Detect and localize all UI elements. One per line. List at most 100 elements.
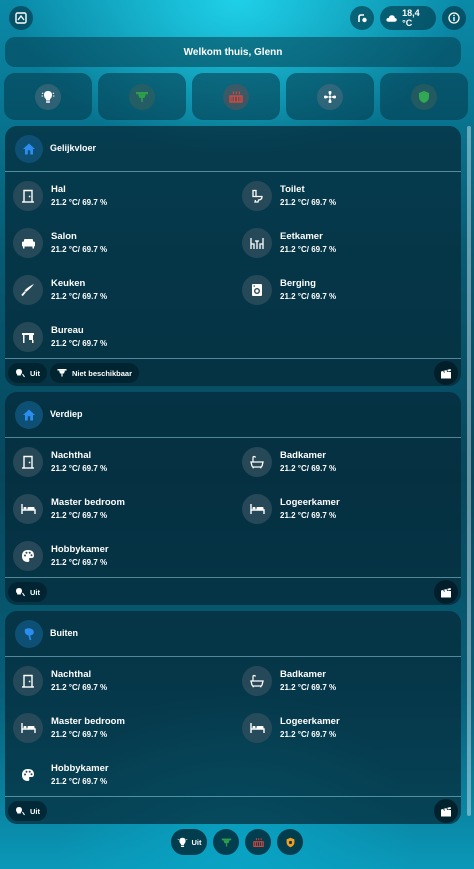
lightbulb-icon [41,90,55,103]
bathtub-icon [250,455,264,469]
room-name: Logeerkamer [280,716,340,727]
room-tile[interactable]: Salon 21.2 °C/ 69.7 % [13,228,213,268]
room-icon-badge [242,181,272,211]
welcome-banner: Welkom thuis, Glenn [5,37,461,67]
knife-icon [21,284,34,297]
lights-off-icon [16,807,25,816]
room-tile[interactable]: Berging 21.2 °C/ 69.7 % [242,275,442,315]
room-tile[interactable]: Toilet 21.2 °C/ 69.7 % [242,181,442,221]
room-status: 21.2 °C/ 69.7 % [51,292,108,301]
door-icon [22,674,34,688]
bottom-heating-button[interactable] [245,829,271,855]
bottom-ceiling-light-button[interactable] [213,829,239,855]
hand-power-icon [358,14,367,23]
power-settings-button[interactable] [350,6,374,30]
room-icon-badge [13,666,43,696]
room-name: Logeerkamer [280,497,340,508]
room-tile[interactable]: Logeerkamer 21.2 °C/ 69.7 % [242,494,442,534]
clapperboard-icon [441,806,451,816]
room-icon-badge [13,713,43,743]
room-tile[interactable]: Badkamer 21.2 °C/ 69.7 % [242,447,442,487]
menu-button[interactable] [9,6,33,30]
lights-off-icon [16,369,25,378]
room-status: 21.2 °C/ 69.7 % [51,198,108,207]
room-tile[interactable]: Badkamer 21.2 °C/ 69.7 % [242,666,442,706]
ceiling-light-icon [221,838,231,846]
area-badge [15,135,43,163]
shield-alert-icon [286,837,294,847]
room-name: Salon [51,231,77,242]
area-card-gelijkvloer: Gelijkvloer Hal 21.2 °C/ 69.7 % Toilet 2… [5,126,461,386]
room-status: 21.2 °C/ 69.7 % [280,730,337,739]
area-footer: Uit Niet beschikbaar [5,358,461,386]
weather-button[interactable]: 18,4 °C [380,6,436,30]
room-status: 21.2 °C/ 69.7 % [51,558,108,567]
category-ceiling-light-button[interactable] [98,73,186,120]
room-tile[interactable]: Nachthal 21.2 °C/ 69.7 % [13,447,213,487]
room-name: Bureau [51,325,84,336]
scrollbar[interactable] [467,126,471,816]
tree-icon [24,628,34,641]
category-fan-button[interactable] [286,73,374,120]
room-tile[interactable]: Keuken 21.2 °C/ 69.7 % [13,275,213,315]
room-name: Master bedroom [51,497,125,508]
room-status: 21.2 °C/ 69.7 % [280,511,337,520]
radiator-icon [229,90,243,103]
room-tile[interactable]: Nachthal 21.2 °C/ 69.7 % [13,666,213,706]
area-footer: Uit [5,577,461,605]
area-header[interactable]: Buiten [5,611,461,657]
lights-toggle-button[interactable]: Uit [8,363,47,383]
bathtub-icon [250,674,264,688]
lights-toggle-button[interactable]: Uit [8,582,47,602]
fan-icon [324,90,336,103]
room-status: 21.2 °C/ 69.7 % [51,683,108,692]
ceiling-light-icon [136,91,148,102]
bed-icon [249,723,265,733]
desk-icon [22,333,34,343]
info-button[interactable] [442,6,466,30]
area-header[interactable]: Gelijkvloer [5,126,461,172]
category-lights-button[interactable] [4,73,92,120]
room-status: 21.2 °C/ 69.7 % [280,198,337,207]
room-tile[interactable]: Hobbykamer 21.2 °C/ 69.7 % [13,760,213,800]
room-tile[interactable]: Master bedroom 21.2 °C/ 69.7 % [13,494,213,534]
area-badge [15,401,43,429]
ceiling-light-button[interactable]: Niet beschikbaar [50,363,140,383]
area-title: Verdiep [50,409,83,419]
scene-button[interactable] [434,799,458,823]
scene-button[interactable] [434,361,458,385]
bottom-lights-status: Uit [191,837,202,847]
category-bar [4,73,468,120]
radiator-icon [252,837,264,847]
home-icon [23,409,35,421]
area-card-verdiep: Verdiep Nachthal 21.2 °C/ 69.7 % Badkame… [5,392,461,605]
room-status: 21.2 °C/ 69.7 % [280,292,337,301]
room-status: 21.2 °C/ 69.7 % [51,464,108,473]
room-icon-badge [13,322,43,352]
area-header[interactable]: Verdiep [5,392,461,438]
room-tile[interactable]: Master bedroom 21.2 °C/ 69.7 % [13,713,213,753]
category-security-button[interactable] [380,73,468,120]
room-icon-badge [242,228,272,258]
room-tile[interactable]: Eetkamer 21.2 °C/ 69.7 % [242,228,442,268]
home-icon [23,143,35,155]
room-icon-badge [13,760,43,790]
lights-toggle-button[interactable]: Uit [8,801,47,821]
room-tile[interactable]: Hobbykamer 21.2 °C/ 69.7 % [13,541,213,581]
room-status: 21.2 °C/ 69.7 % [280,464,337,473]
bottom-security-button[interactable] [277,829,303,855]
category-heating-button[interactable] [192,73,280,120]
bed-icon [20,504,36,514]
room-name: Hobbykamer [51,544,109,555]
room-tile[interactable]: Logeerkamer 21.2 °C/ 69.7 % [242,713,442,753]
bottom-lights-button[interactable]: Uit [171,829,207,855]
room-name: Hobbykamer [51,763,109,774]
cloud-icon [386,14,397,22]
room-status: 21.2 °C/ 69.7 % [280,245,337,254]
room-tile[interactable]: Bureau 21.2 °C/ 69.7 % [13,322,213,362]
welcome-text: Welkom thuis, Glenn [183,46,283,58]
room-tile[interactable]: Hal 21.2 °C/ 69.7 % [13,181,213,221]
scene-button[interactable] [434,580,458,604]
room-name: Toilet [280,184,305,195]
room-icon-badge [242,713,272,743]
